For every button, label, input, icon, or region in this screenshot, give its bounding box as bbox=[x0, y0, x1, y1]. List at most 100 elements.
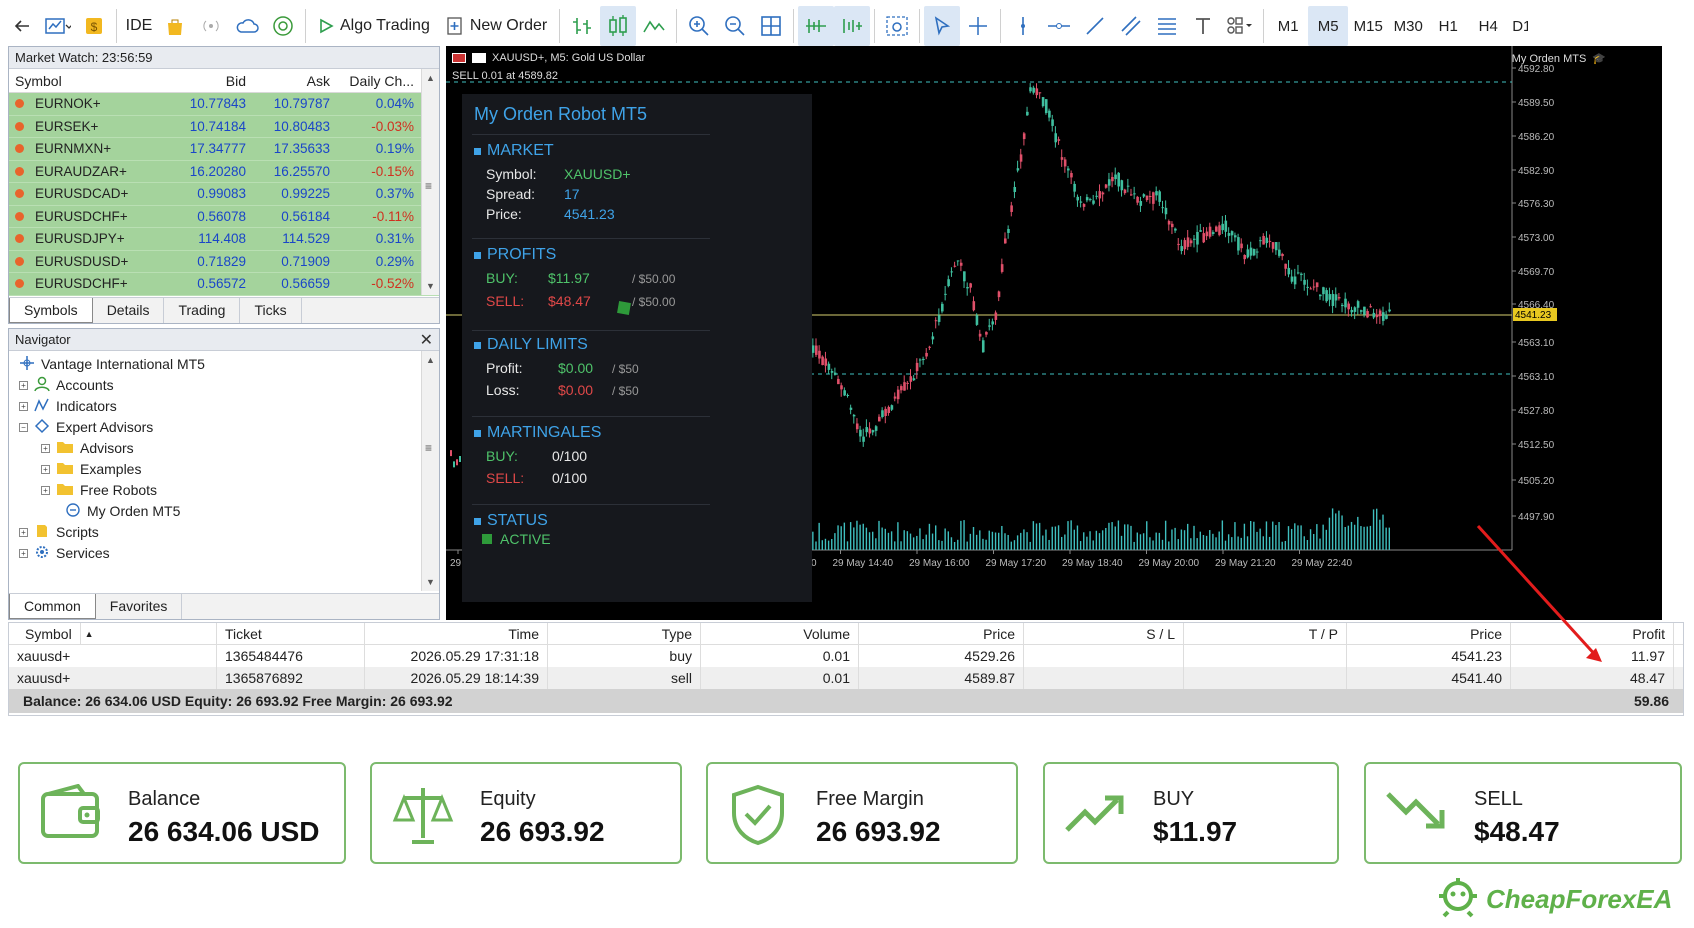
tab-common[interactable]: Common bbox=[9, 594, 96, 619]
navigator-scrollbar[interactable]: ▲ ≡ ▼ bbox=[421, 351, 439, 591]
text-tool-icon[interactable] bbox=[1185, 6, 1221, 46]
autoscroll-icon[interactable] bbox=[798, 6, 835, 46]
chart-shift-icon[interactable] bbox=[834, 6, 871, 46]
trendline-icon[interactable] bbox=[1077, 6, 1113, 46]
market-watch-row[interactable]: EURSEK+ 10.74184 10.80483 -0.03% bbox=[9, 115, 439, 138]
market-watch-row[interactable]: EURAUDZAR+ 16.20280 16.25570 -0.15% bbox=[9, 160, 439, 183]
col-volume[interactable]: Volume bbox=[701, 623, 859, 644]
bag-icon[interactable] bbox=[157, 6, 193, 46]
timeframe-h1[interactable]: H1 bbox=[1428, 6, 1468, 46]
channel-icon[interactable] bbox=[1113, 6, 1149, 46]
algo-trading-button[interactable]: Algo Trading bbox=[310, 6, 438, 46]
nav-item-free-robots[interactable]: + Free Robots bbox=[41, 479, 157, 501]
zoom-in-icon[interactable] bbox=[681, 6, 717, 46]
trade-row[interactable]: xauusd+ 1365876892 2026.05.29 18:14:39 sell… bbox=[9, 667, 1683, 689]
navigator-title: Navigator bbox=[15, 332, 71, 347]
candle-body bbox=[1070, 173, 1073, 178]
tab-details[interactable]: Details bbox=[93, 298, 165, 323]
candle-body bbox=[918, 359, 922, 361]
open-price-cell: 4529.26 bbox=[859, 645, 1024, 667]
candle-body bbox=[1186, 237, 1190, 247]
scroll-down-icon[interactable]: ▼ bbox=[426, 577, 435, 587]
market-watch-row[interactable]: EURUSDUSD+ 0.71829 0.71909 0.29% bbox=[9, 250, 439, 273]
cursor-icon[interactable] bbox=[924, 6, 961, 46]
expand-icon[interactable]: + bbox=[19, 548, 28, 558]
bar-chart-icon[interactable] bbox=[564, 6, 600, 46]
expand-icon[interactable]: + bbox=[19, 527, 28, 537]
screenshot-icon[interactable] bbox=[879, 6, 915, 46]
tab-ticks[interactable]: Ticks bbox=[240, 298, 302, 323]
market-watch-row[interactable]: EURUSDJPY+ 114.408 114.529 0.31% bbox=[9, 228, 439, 251]
col-ask[interactable]: Ask bbox=[252, 73, 336, 89]
tile-windows-icon[interactable] bbox=[753, 6, 789, 46]
new-order-button[interactable]: New Order bbox=[438, 6, 555, 46]
market-watch-row[interactable]: EURUSDCAD+ 0.99083 0.99225 0.37% bbox=[9, 183, 439, 206]
ide-button[interactable]: IDE bbox=[121, 6, 157, 46]
col-symbol[interactable]: Symbol bbox=[9, 73, 164, 89]
col-tp[interactable]: T / P bbox=[1184, 623, 1347, 644]
nav-item-scripts[interactable]: + Scripts bbox=[19, 521, 99, 543]
nav-item-expert-advisors[interactable]: − Expert Advisors bbox=[19, 416, 153, 438]
cloud-icon[interactable] bbox=[229, 6, 265, 46]
candle-body bbox=[1095, 195, 1098, 197]
col-symbol[interactable]: Symbol ▲ bbox=[9, 623, 217, 644]
expand-icon[interactable]: + bbox=[19, 401, 28, 411]
market-watch-row[interactable]: EURNOK+ 10.77843 10.79787 0.04% bbox=[9, 93, 439, 116]
crosshair-icon[interactable] bbox=[960, 6, 996, 46]
timeframe-m1[interactable]: M1 bbox=[1268, 6, 1308, 46]
timeframe-d1[interactable]: D1 bbox=[1508, 6, 1528, 46]
back-icon[interactable] bbox=[4, 6, 40, 46]
new-chart-icon[interactable] bbox=[40, 6, 76, 46]
expand-icon[interactable]: + bbox=[41, 443, 50, 453]
nav-item-advisors[interactable]: + Advisors bbox=[41, 437, 134, 459]
timeframe-h4[interactable]: H4 bbox=[1468, 6, 1508, 46]
tab-trading[interactable]: Trading bbox=[164, 298, 241, 323]
shapes-icon[interactable] bbox=[1221, 6, 1259, 46]
market-watch-row[interactable]: EURUSDCHF+ 0.56078 0.56184 -0.11% bbox=[9, 205, 439, 228]
coin-icon[interactable]: $ bbox=[76, 6, 112, 46]
scroll-up-icon[interactable]: ▲ bbox=[426, 73, 435, 83]
horizontal-line-icon[interactable] bbox=[1041, 6, 1077, 46]
nav-item-services[interactable]: + Services bbox=[19, 542, 110, 564]
nav-item-accounts[interactable]: + Accounts bbox=[19, 374, 114, 396]
candlestick-icon[interactable] bbox=[600, 6, 637, 46]
col-sl[interactable]: S / L bbox=[1024, 623, 1184, 644]
nav-item-account-server[interactable]: Vantage International MT5 bbox=[19, 353, 205, 375]
market-watch-scrollbar[interactable]: ▲ ≡ ▼ bbox=[421, 69, 439, 295]
zoom-out-icon[interactable] bbox=[717, 6, 753, 46]
scroll-down-icon[interactable]: ▼ bbox=[426, 281, 435, 291]
col-type[interactable]: Type bbox=[548, 623, 701, 644]
nav-item-examples[interactable]: + Examples bbox=[41, 458, 141, 480]
fibonacci-icon[interactable] bbox=[1149, 6, 1185, 46]
market-watch-row[interactable]: EURNMXN+ 17.34777 17.35633 0.19% bbox=[9, 138, 439, 161]
close-icon[interactable]: ✕ bbox=[420, 330, 433, 350]
expand-icon[interactable]: + bbox=[41, 464, 50, 474]
expand-icon[interactable]: + bbox=[19, 380, 28, 390]
candle-body bbox=[1164, 207, 1168, 215]
trade-row[interactable]: xauusd+ 1365484476 2026.05.29 17:31:18 buy 0… bbox=[9, 645, 1683, 667]
ea-label: My Orden MTS 🎓 bbox=[1512, 52, 1606, 66]
timeframe-m30[interactable]: M30 bbox=[1388, 6, 1428, 46]
tab-symbols[interactable]: Symbols bbox=[9, 298, 93, 323]
col-time[interactable]: Time bbox=[365, 623, 548, 644]
col-daily-change[interactable]: Daily Ch... bbox=[336, 73, 420, 89]
signal-icon[interactable] bbox=[193, 6, 229, 46]
col-open-price[interactable]: Price bbox=[859, 623, 1024, 644]
vertical-line-icon[interactable] bbox=[1005, 6, 1041, 46]
expand-icon[interactable]: + bbox=[41, 485, 50, 495]
nav-item-my-orden[interactable]: My Orden MT5 bbox=[65, 500, 180, 522]
scroll-up-icon[interactable]: ▲ bbox=[426, 355, 435, 365]
market-watch-row[interactable]: EURUSDCHF+ 0.56572 0.56659 -0.52% bbox=[9, 273, 439, 296]
tab-favorites[interactable]: Favorites bbox=[96, 594, 183, 619]
timeframe-m5[interactable]: M5 bbox=[1308, 6, 1349, 46]
scroll-grip-icon[interactable]: ≡ bbox=[425, 179, 432, 193]
col-bid[interactable]: Bid bbox=[164, 73, 252, 89]
nav-item-indicators[interactable]: + Indicators bbox=[19, 395, 117, 417]
line-chart-icon[interactable] bbox=[636, 6, 672, 46]
vps-icon[interactable] bbox=[265, 6, 301, 46]
col-ticket[interactable]: Ticket bbox=[217, 623, 365, 644]
timeframe-m15[interactable]: M15 bbox=[1348, 6, 1388, 46]
market-watch-title-bar: Market Watch: 23:56:59 bbox=[9, 47, 439, 69]
collapse-icon[interactable]: − bbox=[19, 422, 28, 432]
scroll-grip-icon[interactable]: ≡ bbox=[425, 441, 432, 455]
